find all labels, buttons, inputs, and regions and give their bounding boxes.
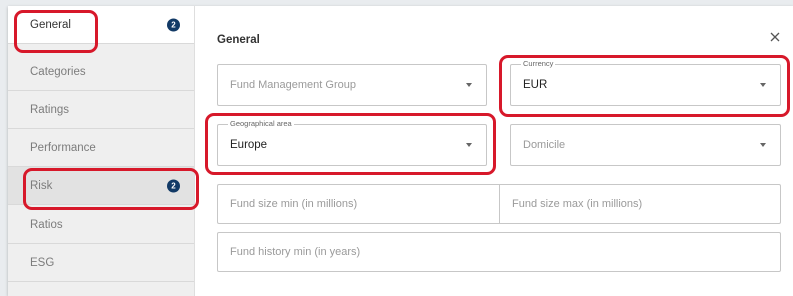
filter-sidebar: General 2 Categories Ratings Performance… — [8, 6, 195, 296]
sidebar-item-label: Performance — [30, 141, 96, 154]
domicile-select[interactable]: Domicile — [510, 124, 781, 166]
fund-size-min-input[interactable]: Fund size min (in millions) — [217, 184, 500, 224]
currency-select[interactable]: Currency EUR — [510, 59, 781, 106]
input-placeholder: Fund history min (in years) — [230, 246, 361, 258]
sidebar-item-label: Categories — [30, 65, 86, 78]
sidebar-item-label: General — [30, 18, 71, 31]
close-icon[interactable] — [768, 30, 782, 44]
select-placeholder: Domicile — [523, 139, 566, 151]
fund-size-max-input[interactable]: Fund size max (in millions) — [499, 184, 781, 224]
select-placeholder: Fund Management Group — [230, 79, 356, 91]
sidebar-item-label: Ratios — [30, 218, 63, 231]
caret-down-icon — [466, 83, 472, 87]
caret-down-icon — [760, 83, 766, 87]
input-placeholder: Fund size max (in millions) — [512, 198, 643, 210]
sidebar-item-general[interactable]: General 2 — [8, 6, 194, 44]
select-value: EUR — [523, 79, 548, 91]
field-label: Currency — [521, 59, 556, 68]
sidebar-item-label: ESG — [30, 256, 55, 269]
geographical-area-select[interactable]: Geographical area Europe — [217, 119, 487, 166]
sidebar-item-ratings[interactable]: Ratings — [8, 91, 194, 129]
count-badge: 2 — [167, 18, 180, 31]
select-value: Europe — [230, 139, 268, 151]
caret-down-icon — [760, 143, 766, 147]
sidebar-item-ratios[interactable]: Ratios — [8, 206, 194, 244]
input-placeholder: Fund size min (in millions) — [230, 198, 358, 210]
sidebar-item-risk[interactable]: Risk 2 — [8, 167, 194, 205]
field-label: Geographical area — [228, 119, 294, 128]
count-badge: 2 — [167, 179, 180, 192]
sidebar-item-categories[interactable]: Categories — [8, 53, 194, 91]
sidebar-item-performance[interactable]: Performance — [8, 129, 194, 167]
caret-down-icon — [466, 143, 472, 147]
sidebar-item-label: Ratings — [30, 103, 69, 116]
sidebar-item-label: Risk — [30, 179, 53, 192]
sidebar-item-esg[interactable]: ESG — [8, 244, 194, 282]
fund-management-group-select[interactable]: Fund Management Group — [217, 64, 487, 106]
fund-history-min-input[interactable]: Fund history min (in years) — [217, 232, 781, 272]
page-title: General — [217, 34, 260, 46]
